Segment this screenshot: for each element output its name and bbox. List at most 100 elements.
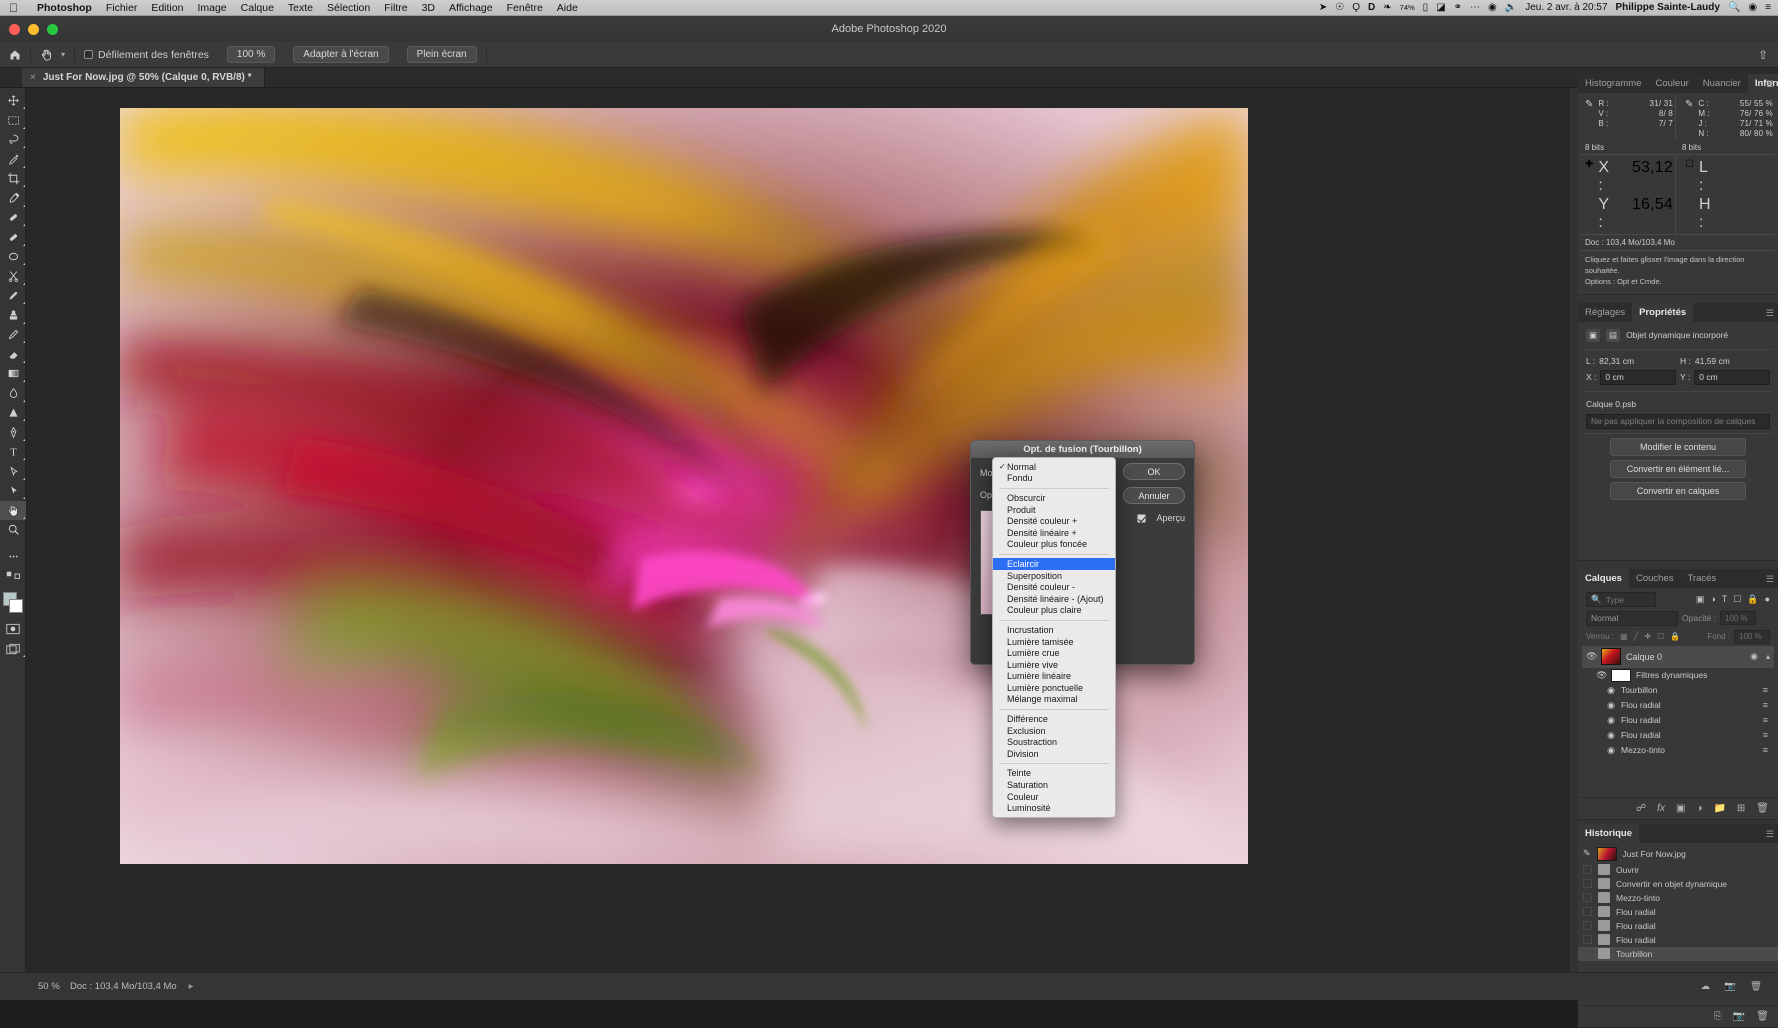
path-selection-tool[interactable]	[0, 462, 26, 482]
layer-opacity-value[interactable]: 100 %	[1720, 611, 1756, 625]
filter-adjust-icon[interactable]: ◑	[1710, 594, 1715, 605]
menubar-clock[interactable]: Jeu. 2 avr. à 20:57	[1525, 3, 1607, 13]
layer-row-calque-0[interactable]: 👁 Calque 0 ◉ ▴	[1582, 646, 1774, 668]
history-state-row[interactable]: Flou radial	[1578, 919, 1778, 933]
menu-item-filtre[interactable]: Filtre	[377, 2, 414, 14]
display-icon[interactable]: ▯	[1423, 3, 1429, 13]
menu-item-texte[interactable]: Texte	[281, 2, 320, 14]
menu-item-image[interactable]: Image	[190, 2, 233, 14]
tab-couleur[interactable]: Couleur	[1649, 74, 1696, 93]
preview-checkbox[interactable]: Aperçu	[1137, 513, 1185, 523]
fx-icon[interactable]: fx	[1657, 803, 1665, 814]
screen-mode-icon[interactable]	[0, 639, 26, 659]
blend-mode-item[interactable]: Couleur plus claire	[993, 605, 1115, 617]
chevron-down-icon[interactable]: ▾	[61, 50, 65, 59]
blend-mode-item[interactable]: Densité linéaire +	[993, 527, 1115, 539]
eye-icon[interactable]: 👁	[1596, 670, 1606, 681]
history-slot[interactable]	[1583, 921, 1592, 930]
properties-panel-tabs[interactable]: Réglages Propriétés ☰	[1578, 303, 1778, 322]
zoom-100-button[interactable]: 100 %	[227, 46, 275, 63]
ok-button[interactable]: OK	[1123, 463, 1185, 480]
menu-item-affichage[interactable]: Affichage	[442, 2, 500, 14]
snapshot-icon[interactable]: 📷	[1733, 1011, 1745, 1022]
battery-status[interactable]: 74%	[1400, 3, 1415, 12]
blend-mode-item[interactable]: Saturation	[993, 779, 1115, 791]
new-layer-icon[interactable]: ⊞	[1737, 803, 1745, 814]
keyboard-icon[interactable]: ⋯	[1470, 3, 1480, 13]
eraser-tool[interactable]	[0, 345, 26, 365]
blend-mode-item[interactable]: Densité linéaire - (Ajout)	[993, 593, 1115, 605]
canvas-area[interactable]: Opt. de fusion (Tourbillon) Mode : Opaci…	[26, 88, 1570, 972]
more-tools[interactable]	[0, 547, 26, 567]
home-icon[interactable]	[0, 42, 30, 67]
share-icon[interactable]: ⇧	[1758, 48, 1778, 62]
position-row[interactable]: X :0 cm Y :0 cm	[1584, 368, 1772, 387]
scroll-windows-checkbox[interactable]: Défilement des fenêtres	[75, 42, 218, 67]
lasso-tool[interactable]	[0, 130, 26, 150]
hand-tool[interactable]	[0, 501, 26, 521]
history-brush-tool[interactable]	[0, 325, 26, 345]
info-panel-tabs[interactable]: Histogramme Couleur Nuancier Information…	[1578, 74, 1778, 93]
thermometer-icon[interactable]: ❧	[1383, 3, 1391, 13]
filter-settings-icon[interactable]: ≡	[1763, 685, 1774, 695]
marquee-tool[interactable]	[0, 111, 26, 131]
fit-screen-button[interactable]: Adapter à l'écran	[293, 46, 388, 63]
move-tool[interactable]	[0, 91, 26, 111]
link-icon[interactable]: ☍	[1636, 803, 1646, 814]
default-colors-icon[interactable]	[0, 566, 26, 586]
blend-mode-item[interactable]: ✓Normal	[993, 461, 1115, 473]
healing-brush-tool[interactable]	[0, 208, 26, 228]
mask-icon[interactable]: ▣	[1676, 803, 1685, 814]
eye-icon[interactable]: 👁	[1586, 651, 1596, 662]
blend-mode-item[interactable]: Lumière linéaire	[993, 671, 1115, 683]
blend-mode-item[interactable]: Lumière crue	[993, 647, 1115, 659]
tab-traces[interactable]: Tracés	[1680, 569, 1723, 588]
trash-icon[interactable]: 🗑	[1750, 981, 1762, 992]
smart-filter-row[interactable]: ◉ Flou radial ≡	[1582, 713, 1774, 728]
blend-mode-item[interactable]: Couleur plus foncée	[993, 539, 1115, 551]
menu-item-edition[interactable]: Edition	[144, 2, 190, 14]
vpn-icon[interactable]: ⚭	[1454, 3, 1462, 13]
history-slot[interactable]	[1583, 907, 1592, 916]
lock-transparency-icon[interactable]: ▦	[1620, 632, 1628, 641]
controlcenter-icon[interactable]: ≡	[1765, 3, 1771, 13]
pin-icon[interactable]: Ϙ	[1352, 3, 1360, 13]
tab-reglages[interactable]: Réglages	[1578, 303, 1632, 322]
blend-mode-item[interactable]: Exclusion	[993, 725, 1115, 737]
history-state-row[interactable]: Flou radial	[1578, 933, 1778, 947]
history-brush-icon[interactable]: ✎	[1583, 848, 1591, 859]
filter-smart-icon[interactable]: 🔒	[1747, 594, 1758, 605]
menu-item-fenetre[interactable]: Fenêtre	[500, 2, 550, 14]
blend-mode-item[interactable]: Soustraction	[993, 736, 1115, 748]
eye-icon[interactable]: ◉	[1606, 685, 1616, 696]
blend-mode-item[interactable]: Densité couleur -	[993, 581, 1115, 593]
new-document-icon[interactable]: ⎘	[1714, 1011, 1722, 1022]
panel-menu-icon[interactable]: ☰	[1766, 308, 1774, 319]
layer-filter-input[interactable]: 🔍 Type	[1586, 592, 1656, 607]
fill-value[interactable]: 100 %	[1734, 630, 1770, 644]
layers-panel-tabs[interactable]: Calques Couches Tracés ☰	[1578, 569, 1778, 588]
bluetooth-icon[interactable]: ◪	[1436, 3, 1445, 13]
history-slot[interactable]	[1583, 865, 1592, 874]
layer-name[interactable]: Calque 0	[1626, 652, 1662, 662]
chevron-right-icon[interactable]: ▸	[177, 981, 194, 992]
history-slot[interactable]	[1583, 879, 1592, 888]
layer-lock-row[interactable]: Verrou : ▦ ╱ ✚ ☐ 🔒 Fond : 100 %	[1582, 628, 1774, 646]
volume-icon[interactable]: 🔈	[1505, 3, 1517, 13]
pen-tool[interactable]	[0, 423, 26, 443]
stamp-tool-a[interactable]	[0, 247, 26, 267]
document-tab[interactable]: × Just For Now.jpg @ 50% (Calque 0, RVB/…	[22, 68, 265, 87]
tab-histogramme[interactable]: Histogramme	[1578, 74, 1649, 93]
smart-filters-group[interactable]: 👁 Filtres dynamiques	[1582, 668, 1774, 683]
quick-mask-icon[interactable]	[0, 620, 26, 640]
background-color[interactable]	[9, 599, 23, 613]
history-state-row[interactable]: Ouvrir	[1578, 863, 1778, 877]
blend-mode-item[interactable]: Couleur	[993, 791, 1115, 803]
menu-item-fichier[interactable]: Fichier	[99, 2, 145, 14]
camera-icon[interactable]: 📷	[1724, 981, 1736, 992]
shape-tool[interactable]	[0, 481, 26, 501]
blend-mode-item[interactable]: Luminosité	[993, 802, 1115, 814]
filter-settings-icon[interactable]: ≡	[1763, 715, 1774, 725]
filter-settings-icon[interactable]: ≡	[1763, 730, 1774, 740]
menu-item-photoshop[interactable]: Photoshop	[30, 2, 99, 14]
